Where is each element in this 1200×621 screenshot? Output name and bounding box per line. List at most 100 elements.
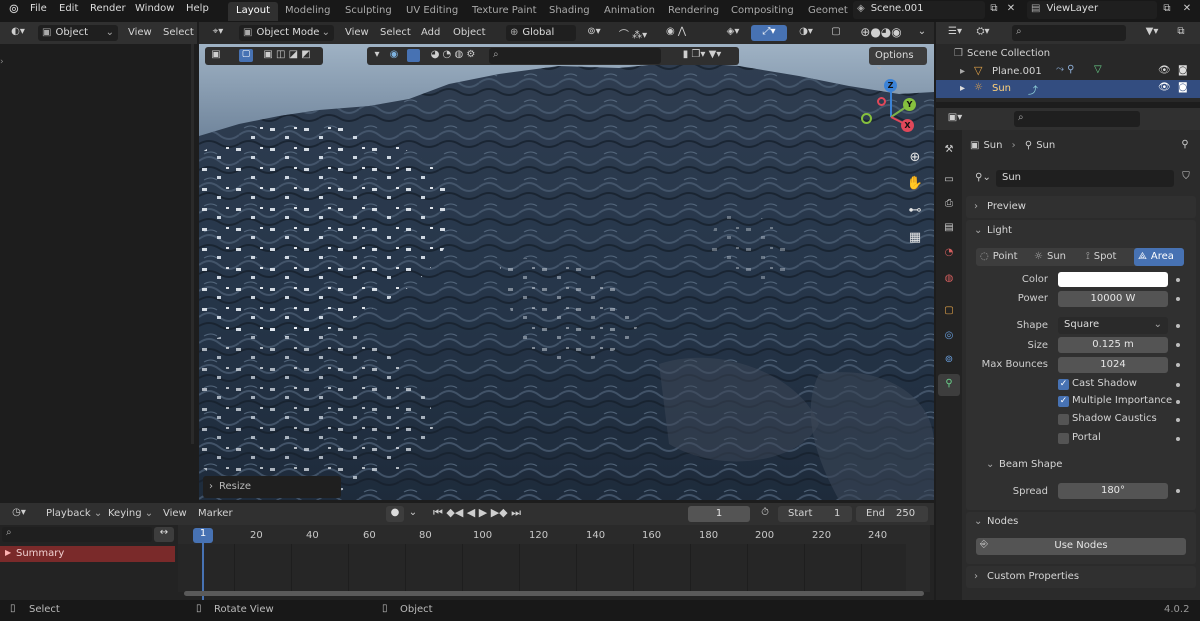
tab-compositing[interactable]: Compositing <box>723 2 802 21</box>
timeline-menu-keying[interactable]: Keying ⌄ <box>108 508 153 519</box>
viewport-menu-select[interactable]: Select <box>380 27 411 38</box>
viewlayer-selector[interactable]: ▤ ViewLayer <box>1027 1 1157 19</box>
snapping-icon[interactable]: ⌒ ⁂▾ <box>611 26 655 41</box>
options-button[interactable]: Options ⌄ <box>869 47 927 72</box>
tab-shading[interactable]: Shading <box>541 2 598 21</box>
outliner-row-plane[interactable]: ▸ ▽ Plane.001 ⤳ ⚲ ▽ 👁 ◙ <box>936 63 1200 80</box>
pivot-point-icon[interactable]: ⊚▾ <box>583 26 605 37</box>
tab-texture-paint[interactable]: Texture Paint <box>464 2 545 21</box>
select-mode-new-icon[interactable]: ▢ <box>239 49 253 62</box>
record-keyframe-icon[interactable]: ● <box>386 506 404 522</box>
shadow-caustics-checkbox[interactable]: Shadow Caustics <box>1058 412 1188 428</box>
visibility-icon[interactable]: ◈▾ <box>721 26 745 37</box>
size-field[interactable]: 0.125 m <box>1058 337 1168 353</box>
auto-key-chevron-icon[interactable]: ⌄ <box>408 507 418 518</box>
visibility-eye-icon[interactable]: 👁 <box>1158 82 1171 93</box>
timeline-menu-marker[interactable]: Marker <box>198 508 233 519</box>
gizmo-neg-y[interactable] <box>861 113 872 124</box>
tool-select-icon[interactable]: ▣ <box>209 49 223 60</box>
output-tab-icon[interactable]: ⎙ <box>942 198 956 209</box>
outliner-search-input[interactable]: ⌕ <box>1012 25 1126 41</box>
scene-selector[interactable]: ◈ Scene.001 <box>853 1 985 19</box>
xray-toggle-icon[interactable]: ▢ <box>827 26 845 37</box>
tab-uv-editing[interactable]: UV Editing <box>398 2 466 21</box>
use-nodes-button[interactable]: ⎆ Use Nodes <box>976 538 1186 555</box>
render-camera-icon[interactable]: ◙ <box>1178 82 1188 93</box>
light-panel-title[interactable]: Light <box>987 225 1012 236</box>
keyframe-dot-icon[interactable] <box>1176 343 1180 347</box>
playback-controls[interactable]: ⏮ ◆◀ ◀ ▶ ▶◆ ⏭ <box>424 506 530 520</box>
pin-icon[interactable]: ⚲ <box>1178 139 1192 150</box>
keyframe-dot-icon[interactable] <box>1176 383 1180 387</box>
shape-dropdown[interactable]: Square ⌄ <box>1058 317 1168 334</box>
last-operator-panel[interactable]: › Resize <box>203 476 341 498</box>
preview-panel-header[interactable]: › Preview <box>966 196 1196 218</box>
filter-dropdown-icon[interactable]: ▾ <box>371 49 383 60</box>
viewport-menu-view[interactable]: View <box>345 27 369 38</box>
color-wheel-icon[interactable]: ◉ <box>387 49 401 60</box>
blender-logo-icon[interactable]: ⊚ <box>6 2 22 17</box>
mesh-data-icon[interactable]: ▽ <box>1094 64 1102 75</box>
tool-tab-icon[interactable]: ⚒ <box>942 144 956 155</box>
summary-channel[interactable]: ▶ Summary <box>0 546 175 562</box>
light-data-tab[interactable]: ⚲ <box>938 374 960 396</box>
solid-mode-icon[interactable] <box>407 49 420 62</box>
delete-viewlayer-icon[interactable]: ✕ <box>1180 3 1194 14</box>
new-collection-icon[interactable]: ⧉ <box>1172 26 1190 37</box>
cast-shadow-checkbox[interactable]: ✓ Cast Shadow <box>1058 377 1188 393</box>
light-type-sun[interactable]: ☼ Sun <box>1030 248 1080 266</box>
light-datablock-name[interactable]: Sun <box>996 170 1174 187</box>
timeline-menu-view[interactable]: View <box>163 508 187 519</box>
viewport-3d[interactable]: ▣ ▢ ▣ ◫ ◪ ◩ ▾ ◉ ◕ ◔ ◍ ⚙ ⌕ ▮ ❐▾ ▼▾ Option… <box>199 44 934 500</box>
gizmo-neg-x[interactable] <box>877 97 886 106</box>
light-browse-icon[interactable]: ⚲⌄ <box>970 172 996 183</box>
swap-icon[interactable]: ↔ <box>154 527 174 542</box>
left-menu-select[interactable]: Select <box>163 27 194 38</box>
object-mode-select[interactable]: ▣ Object ⌄ <box>38 25 118 41</box>
keyframe-dot-icon[interactable] <box>1176 437 1180 441</box>
scrollbar[interactable] <box>191 44 194 444</box>
sidebar-toggle-icon[interactable]: › <box>0 57 4 67</box>
view-layer-tab-icon[interactable]: ▤ <box>942 222 956 233</box>
zoom-icon[interactable]: ⊕ <box>905 150 925 165</box>
tab-animation[interactable]: Animation <box>596 2 663 21</box>
menu-edit[interactable]: Edit <box>59 3 78 14</box>
transform-orientation-select[interactable]: ⊕ Global <box>506 25 576 41</box>
camera-view-icon[interactable]: ⊷ <box>905 203 925 218</box>
new-scene-icon[interactable]: ⧉ <box>987 3 1001 14</box>
keyframe-dot-icon[interactable] <box>1176 418 1180 422</box>
select-mode-icons[interactable]: ▣ ◫ ◪ ◩ <box>257 49 317 60</box>
tab-sculpting[interactable]: Sculpting <box>337 2 400 21</box>
current-frame-field[interactable]: 1 <box>688 506 750 522</box>
constraints-tab-icon[interactable]: ⊚ <box>942 354 956 365</box>
start-frame-field[interactable]: Start 1 <box>778 506 852 522</box>
shading-mode-icons[interactable]: ⊕●◕◉ <box>851 25 911 39</box>
outliner-editor-type-icon[interactable]: ☰▾ <box>942 26 968 37</box>
gizmo-x-axis[interactable]: X <box>901 119 914 132</box>
end-frame-field[interactable]: End 250 <box>856 506 928 522</box>
tab-layout[interactable]: Layout <box>228 2 278 21</box>
beam-shape-subpanel-title[interactable]: Beam Shape <box>999 459 1062 470</box>
gizmo-y-axis[interactable]: Y <box>903 98 916 111</box>
keyframe-dot-icon[interactable] <box>1176 297 1180 301</box>
playhead-frame-indicator[interactable]: 1 <box>193 528 213 543</box>
visibility-eye-icon[interactable]: 👁 <box>1158 65 1171 76</box>
light-type-point[interactable]: ◌ Point <box>976 248 1028 266</box>
expand-arrow-icon[interactable]: ▸ <box>960 66 965 77</box>
light-data-icon[interactable]: ⤴ <box>1028 82 1038 97</box>
max-bounces-field[interactable]: 1024 <box>1058 357 1168 373</box>
filter-icons[interactable]: ▮ ❐▾ ▼▾ <box>667 49 737 60</box>
shading-options-chevron-icon[interactable]: ⌄ <box>915 26 929 37</box>
light-type-spot[interactable]: ⟟ Spot <box>1082 248 1132 266</box>
viewport-menu-add[interactable]: Add <box>421 27 440 38</box>
timeline-menu-playback[interactable]: Playback ⌄ <box>46 508 102 519</box>
spread-field[interactable]: 180° <box>1058 483 1168 499</box>
menu-window[interactable]: Window <box>135 3 174 14</box>
keyframe-dot-icon[interactable] <box>1176 489 1180 493</box>
keyframe-dot-icon[interactable] <box>1176 400 1180 404</box>
display-mode-icon[interactable]: ⛭▾ <box>972 26 994 37</box>
keyframe-dot-icon[interactable] <box>1176 363 1180 367</box>
light-color-swatch[interactable] <box>1058 272 1168 287</box>
chevron-down-icon[interactable]: ⌄ <box>986 459 994 470</box>
preview-range-clock-icon[interactable]: ⏱ <box>758 507 772 518</box>
